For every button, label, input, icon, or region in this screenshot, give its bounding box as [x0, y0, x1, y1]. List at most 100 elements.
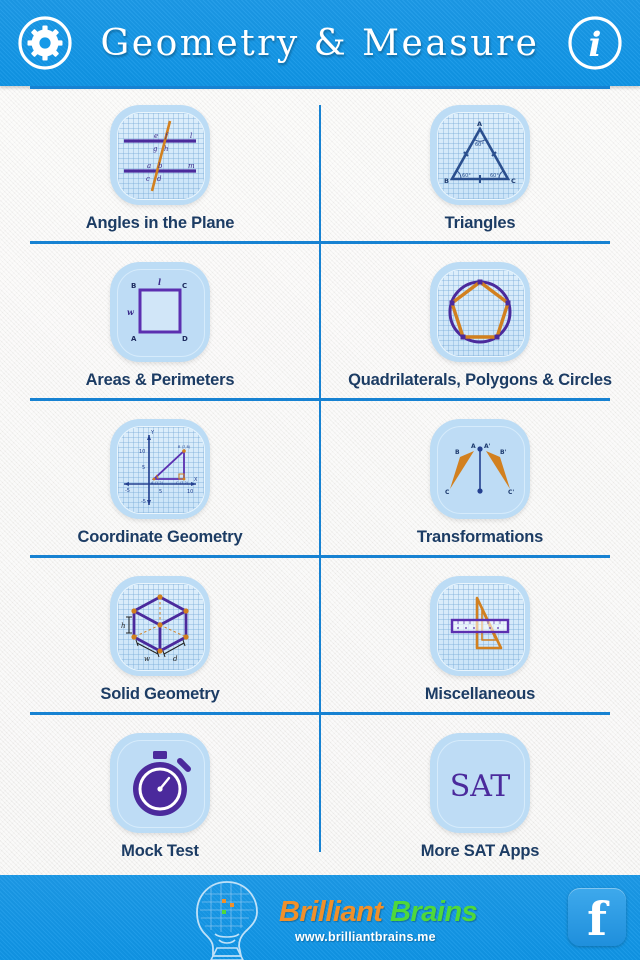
svg-text:D: D	[182, 335, 188, 343]
svg-text:B: B	[455, 449, 460, 456]
menu-item-angles-in-the-plane[interactable]: ef gh ab cd l m Angles in the Plane	[1, 105, 319, 233]
svg-text:e: e	[154, 132, 158, 140]
tile-artwork-coordinate: Y X 10 5 -5 5 10 -5 A (1,2) B (7,8) C (7…	[117, 426, 205, 514]
parallel-lines-transversal-icon: ef gh ab cd l m	[124, 120, 196, 192]
svg-text:A: A	[131, 335, 137, 343]
cube-box-icon: h w d	[121, 594, 189, 663]
row-divider-2	[30, 398, 610, 401]
svg-text:C: C	[511, 177, 516, 185]
tile-artwork-transformations: A B C A' B' C'	[437, 426, 525, 514]
tile-artwork-areas: B C A D l w	[117, 269, 205, 357]
menu-item-label: Solid Geometry	[100, 685, 220, 703]
menu-item-label: Triangles	[444, 214, 516, 232]
brand-name: Brilliant Brains	[279, 896, 478, 929]
sat-text-icon: SAT	[450, 769, 511, 804]
svg-text:B (7,8): B (7,8)	[178, 445, 191, 449]
svg-text:A': A'	[484, 443, 491, 450]
menu-item-label: Coordinate Geometry	[77, 528, 243, 546]
menu-item-mock-test[interactable]: Mock Test	[1, 733, 319, 861]
reflection-triangles-icon: A B C A' B' C'	[445, 443, 514, 496]
settings-button[interactable]	[16, 14, 74, 72]
page-title: Geometry & Measure	[100, 22, 540, 64]
menu-item-label: Areas & Perimeters	[85, 371, 235, 389]
row-divider-4x	[30, 86, 610, 89]
menu-item-miscellaneous[interactable]: Miscellaneous	[321, 576, 639, 704]
svg-text:B: B	[131, 282, 136, 290]
sat-label: SAT	[450, 769, 511, 804]
menu-item-transformations[interactable]: A B C A' B' C' Transformations	[321, 419, 639, 547]
svg-text:h: h	[121, 622, 126, 630]
svg-text:c: c	[146, 175, 150, 183]
coordinate-plane-triangle-icon: Y X 10 5 -5 5 10 -5 A (1,2) B (7,8) C (7…	[124, 430, 198, 505]
svg-text:-5: -5	[125, 488, 130, 494]
svg-text:10: 10	[187, 489, 193, 495]
app-header: Geometry & Measure i	[0, 0, 640, 86]
menu-item-triangles[interactable]: A B C 60° 60° 60° Triangles	[321, 105, 639, 233]
tile-transformations: A B C A' B' C'	[430, 419, 530, 519]
tile-artwork-polygons	[437, 269, 525, 357]
tile-artwork-sat: SAT	[437, 740, 525, 828]
menu-item-coordinate-geometry[interactable]: Y X 10 5 -5 5 10 -5 A (1,2) B (7,8) C (7…	[1, 419, 319, 547]
menu-item-quadrilaterals-polygons-circles[interactable]: Quadrilaterals, Polygons & Circles	[321, 262, 639, 390]
menu-item-label: Angles in the Plane	[85, 214, 235, 232]
menu-item-solid-geometry[interactable]: h w d Solid Geometry	[1, 576, 319, 704]
svg-text:C: C	[445, 489, 450, 496]
svg-text:g: g	[153, 145, 158, 153]
svg-text:w: w	[144, 655, 150, 663]
brain-head-logo	[196, 881, 258, 960]
row-divider-4	[30, 712, 610, 715]
svg-text:A: A	[477, 120, 482, 128]
svg-text:C': C'	[508, 489, 514, 496]
svg-text:B': B'	[500, 449, 507, 456]
svg-text:w: w	[127, 307, 135, 317]
menu-item-label: More SAT Apps	[420, 842, 540, 860]
info-icon: i	[568, 16, 622, 70]
svg-text:d: d	[157, 175, 162, 183]
svg-text:60°: 60°	[462, 173, 471, 179]
rectangle-area-icon: B C A D l w	[127, 277, 188, 343]
tile-coordinate-geometry: Y X 10 5 -5 5 10 -5 A (1,2) B (7,8) C (7…	[110, 419, 210, 519]
svg-text:-5: -5	[141, 499, 146, 505]
gear-icon	[18, 16, 72, 70]
menu-item-label: Transformations	[416, 528, 544, 546]
svg-text:A: A	[471, 443, 476, 450]
tile-quadrilaterals	[430, 262, 530, 362]
facebook-button[interactable]: f	[568, 888, 626, 946]
tile-artwork-mock-test	[117, 740, 205, 828]
svg-text:C (7,2): C (7,2)	[176, 481, 189, 485]
tile-miscellaneous	[430, 576, 530, 676]
tile-solid-geometry: h w d	[110, 576, 210, 676]
svg-text:X: X	[194, 477, 198, 483]
svg-text:60°: 60°	[475, 142, 484, 148]
menu-item-label: Mock Test	[121, 842, 199, 860]
row-divider-3	[30, 555, 610, 558]
svg-text:b: b	[158, 162, 163, 170]
tile-mock-test	[110, 733, 210, 833]
svg-text:l: l	[158, 277, 161, 287]
svg-text:m: m	[188, 162, 195, 170]
tile-artwork-triangles: A B C 60° 60° 60°	[437, 112, 525, 200]
svg-text:60°: 60°	[490, 173, 499, 179]
info-button[interactable]: i	[566, 14, 624, 72]
row-divider-1	[30, 241, 610, 244]
menu-item-areas-perimeters[interactable]: B C A D l w Areas & Perimeters	[1, 262, 319, 390]
svg-text:d: d	[173, 655, 178, 663]
equilateral-triangle-icon: A B C 60° 60° 60°	[444, 120, 516, 185]
svg-text:a: a	[147, 162, 151, 170]
menu-item-label: Quadrilaterals, Polygons & Circles	[348, 371, 612, 389]
tile-areas-perimeters: B C A D l w	[110, 262, 210, 362]
tile-triangles: A B C 60° 60° 60°	[430, 105, 530, 205]
svg-text:Y: Y	[150, 430, 155, 436]
tile-artwork-angles: ef gh ab cd l m	[117, 112, 205, 200]
menu-item-more-sat-apps[interactable]: SAT More SAT Apps	[321, 733, 639, 861]
tile-artwork-solid: h w d	[117, 583, 205, 671]
tile-angles-in-the-plane: ef gh ab cd l m	[110, 105, 210, 205]
svg-text:l: l	[190, 132, 192, 140]
svg-text:h: h	[164, 145, 169, 153]
brand-block[interactable]: Brilliant Brains www.brilliantbrains.me	[175, 878, 478, 960]
tile-more-sat-apps: SAT	[430, 733, 530, 833]
stopwatch-icon	[133, 751, 191, 816]
app-footer: Brilliant Brains www.brilliantbrains.me …	[0, 875, 640, 960]
menu-grid: ef gh ab cd lm Angles in the Plane A B C…	[0, 86, 640, 875]
svg-text:f: f	[164, 132, 169, 140]
